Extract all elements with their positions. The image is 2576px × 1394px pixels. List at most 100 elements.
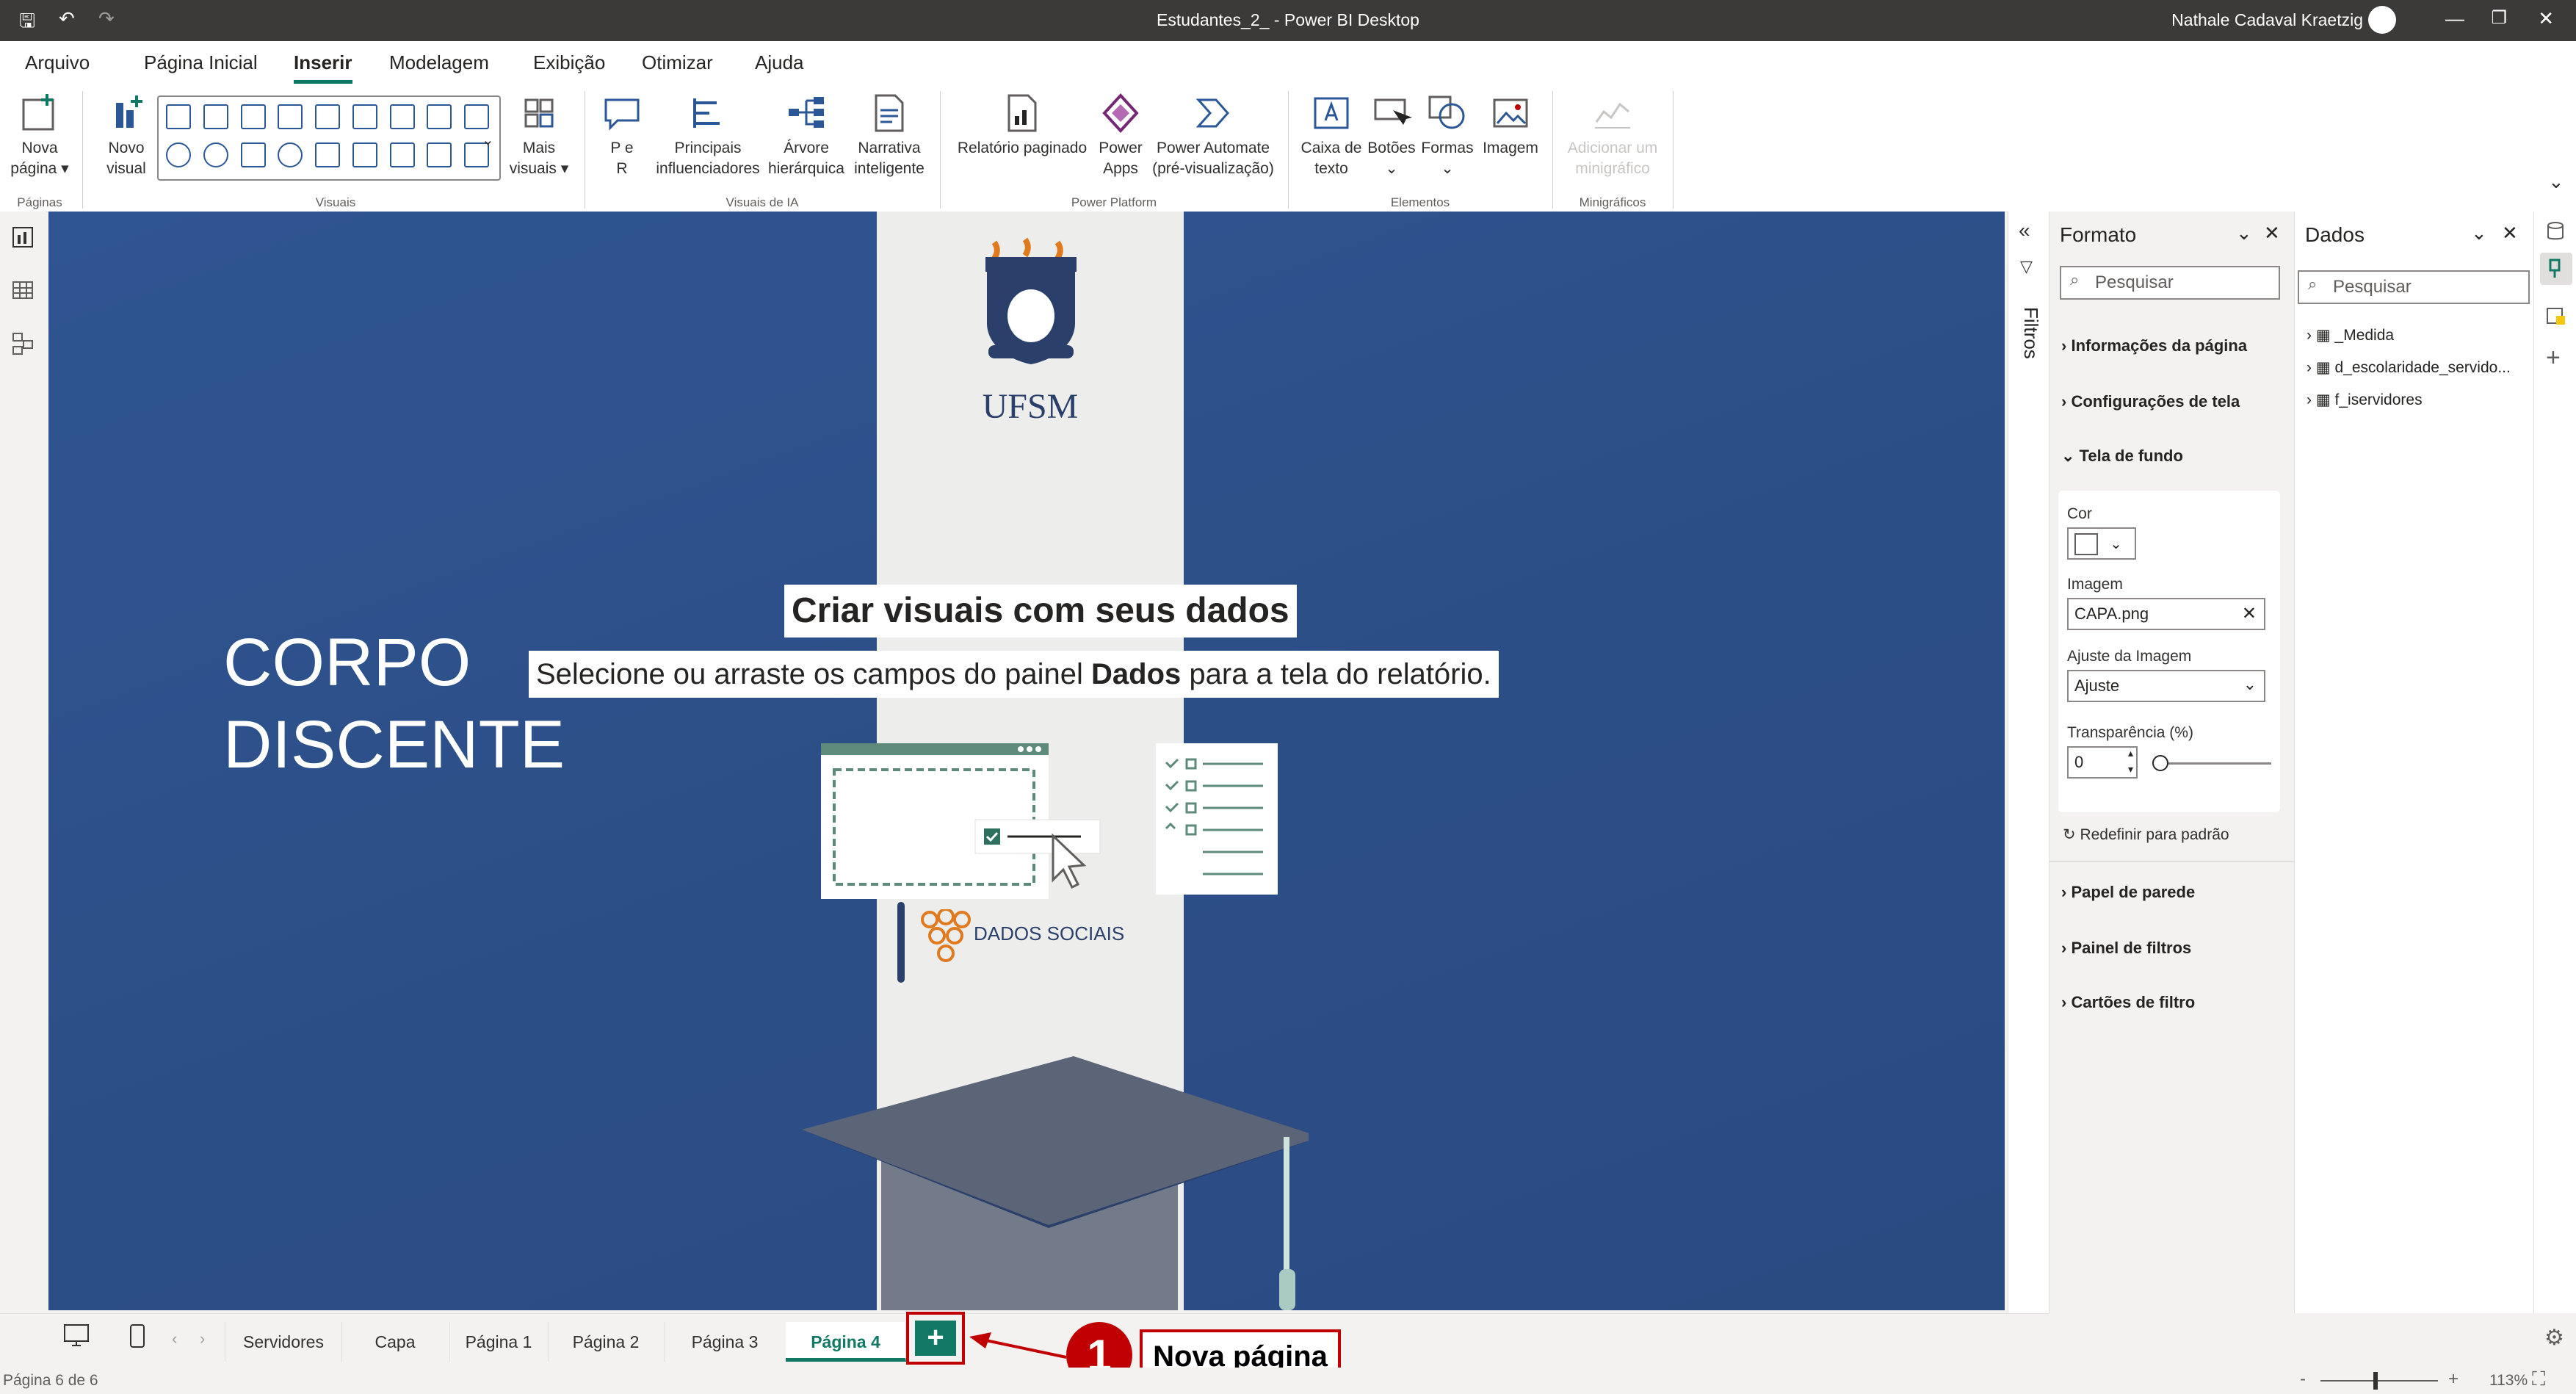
map-icon[interactable]	[278, 142, 303, 167]
pie-chart-icon[interactable]	[166, 142, 191, 167]
collapse-ribbon-icon[interactable]: ⌄	[2548, 170, 2564, 193]
avatar[interactable]	[2368, 6, 2396, 34]
new-page-tab-button[interactable]: +	[915, 1321, 956, 1356]
table-icon[interactable]	[427, 142, 452, 167]
qa-button[interactable]: P e R	[593, 93, 651, 179]
close-format-pane-icon[interactable]: ✕	[2264, 222, 2280, 245]
paginated-report-button[interactable]: Relatório paginado	[950, 93, 1094, 159]
transparency-slider-track[interactable]	[2154, 762, 2271, 765]
fit-to-page-icon[interactable]: ⛶	[2532, 1368, 2545, 1391]
color-picker[interactable]: ⌄	[2067, 527, 2136, 560]
line-chart-icon[interactable]	[389, 104, 415, 129]
table-view-icon[interactable]	[10, 278, 35, 303]
multi-row-card-icon[interactable]	[389, 142, 415, 167]
zoom-out-icon[interactable]: -	[2300, 1369, 2306, 1390]
stacked-column-chart-icon[interactable]	[203, 104, 228, 129]
clustered-column-chart-icon[interactable]	[278, 104, 303, 129]
decomposition-tree-button[interactable]: Árvore hierárquica	[765, 93, 847, 179]
section-configuracoes-tela-label: Configurações de tela	[2071, 392, 2240, 411]
tab-pagina-inicial[interactable]: Página Inicial	[144, 51, 258, 74]
donut-chart-icon[interactable]	[203, 142, 228, 167]
text-box-button[interactable]: Caixa de texto	[1297, 93, 1366, 179]
data-pane-toggle-icon[interactable]	[2544, 220, 2566, 242]
gauge-icon[interactable]	[315, 142, 340, 167]
funnel-chart-icon[interactable]	[464, 104, 489, 129]
table-item-f-iservidores[interactable]: › ▦ f_iservidores	[2307, 391, 2423, 409]
section-painel-de-filtros-label: Painel de filtros	[2071, 939, 2192, 957]
zoom-slider-track[interactable]	[2320, 1380, 2438, 1382]
zoom-slider-thumb[interactable]	[2373, 1372, 2378, 1390]
100-bar-chart-icon[interactable]	[315, 104, 340, 129]
transparency-input[interactable]: 0 ▴ ▾	[2067, 746, 2138, 779]
table-item-medida[interactable]: › ▦ _Medida	[2307, 326, 2394, 344]
section-papel-de-parede[interactable]: › Papel de parede	[2061, 883, 2195, 902]
reset-default-button[interactable]: ↻ Redefinir para padrão	[2063, 826, 2229, 844]
filters-pane-collapsed[interactable]: « ▽ Filtros	[2008, 212, 2049, 1313]
card-icon[interactable]	[352, 142, 377, 167]
format-pane-toggle[interactable]	[2540, 253, 2572, 285]
page-tab-pagina-1[interactable]: Página 1	[449, 1322, 549, 1362]
mobile-layout-icon[interactable]	[126, 1322, 148, 1350]
report-canvas[interactable]: UFSM CORPO DISCENTE Criar visuais com se…	[48, 212, 2005, 1310]
new-visual-button[interactable]: Novo visual	[93, 93, 160, 179]
image-file-field[interactable]: CAPA.png ✕	[2067, 598, 2265, 630]
page-tab-servidores[interactable]: Servidores	[225, 1322, 342, 1362]
more-visuals-button[interactable]: Mais visuais ▾	[504, 93, 574, 179]
gallery-expand-icon[interactable]: ⌄	[482, 131, 494, 149]
visuals-gallery[interactable]	[157, 95, 501, 181]
table-item-d-escolaridade[interactable]: › ▦ d_escolaridade_servido...	[2307, 358, 2511, 377]
power-automate-button[interactable]: Power Automate (pré-visualização)	[1147, 93, 1279, 179]
model-view-icon[interactable]	[10, 331, 35, 355]
transparency-slider-thumb[interactable]	[2152, 755, 2168, 771]
100-column-chart-icon[interactable]	[352, 104, 377, 129]
restore-icon[interactable]: ❐	[2491, 7, 2507, 29]
new-page-button[interactable]: Nova página ▾	[6, 93, 73, 179]
buttons-button[interactable]: Botões ⌄	[1366, 93, 1417, 179]
close-icon[interactable]: ✕	[2538, 7, 2554, 30]
page-tab-capa[interactable]: Capa	[341, 1322, 450, 1362]
clear-image-icon[interactable]: ✕	[2242, 599, 2257, 629]
tab-inserir[interactable]: Inserir	[294, 51, 352, 84]
area-chart-icon[interactable]	[427, 104, 452, 129]
section-tela-de-fundo[interactable]: ⌄ Tela de fundo	[2061, 447, 2183, 466]
page-tab-pagina-2[interactable]: Página 2	[548, 1322, 665, 1362]
scroll-right-icon[interactable]: ›	[200, 1329, 205, 1348]
data-search-input[interactable]: Pesquisar	[2298, 270, 2530, 304]
expand-filters-icon[interactable]: «	[2019, 219, 2030, 242]
minimize-icon[interactable]: —	[2445, 7, 2464, 30]
add-pane-icon[interactable]: +	[2546, 344, 2561, 372]
section-cartoes-de-filtro[interactable]: › Cartões de filtro	[2061, 993, 2195, 1012]
report-view-icon[interactable]	[10, 225, 35, 250]
stacked-bar-chart-icon[interactable]	[166, 104, 191, 129]
format-search-input[interactable]: Pesquisar	[2060, 266, 2280, 300]
power-apps-button[interactable]: Power Apps	[1094, 93, 1147, 179]
spinner-icon[interactable]: ▴ ▾	[2128, 745, 2133, 777]
zoom-in-icon[interactable]: +	[2448, 1369, 2459, 1390]
settings-gear-icon[interactable]: ⚙	[2544, 1325, 2564, 1351]
key-influencers-button[interactable]: Principais influenciadores	[651, 93, 765, 179]
add-sparkline-button[interactable]: Adicionar um minigráfico	[1560, 93, 1665, 179]
tab-otimizar[interactable]: Otimizar	[642, 51, 713, 74]
section-painel-de-filtros[interactable]: › Painel de filtros	[2061, 939, 2191, 958]
image-fit-dropdown[interactable]: Ajuste ⌄	[2067, 670, 2265, 702]
smart-narrative-button[interactable]: Narrativa inteligente	[847, 93, 931, 179]
shapes-button[interactable]: Formas ⌄	[1417, 93, 1477, 179]
desktop-layout-icon[interactable]	[62, 1322, 91, 1348]
tab-arquivo[interactable]: Arquivo	[25, 51, 90, 74]
collapse-data-pane-icon[interactable]: ⌄	[2471, 222, 2487, 245]
tab-exibicao[interactable]: Exibição	[533, 51, 605, 74]
page-tab-pagina-4[interactable]: Página 4	[786, 1322, 906, 1362]
bookmarks-icon[interactable]	[2544, 306, 2568, 329]
section-configuracoes-tela[interactable]: › Configurações de tela	[2061, 392, 2240, 411]
tab-ajuda[interactable]: Ajuda	[755, 51, 804, 74]
collapse-format-pane-icon[interactable]: ⌄	[2236, 222, 2252, 245]
treemap-icon[interactable]	[240, 142, 266, 167]
image-button[interactable]: Imagem	[1477, 93, 1544, 159]
clustered-bar-chart-icon[interactable]	[240, 104, 266, 129]
close-data-pane-icon[interactable]: ✕	[2502, 222, 2518, 245]
tab-modelagem[interactable]: Modelagem	[389, 51, 489, 74]
section-informacoes-pagina[interactable]: › Informações da página	[2061, 336, 2247, 355]
page-tab-pagina-3[interactable]: Página 3	[664, 1322, 786, 1362]
scroll-left-icon[interactable]: ‹	[172, 1329, 177, 1348]
empty-canvas-subtitle-bold: Dados	[1091, 658, 1182, 690]
